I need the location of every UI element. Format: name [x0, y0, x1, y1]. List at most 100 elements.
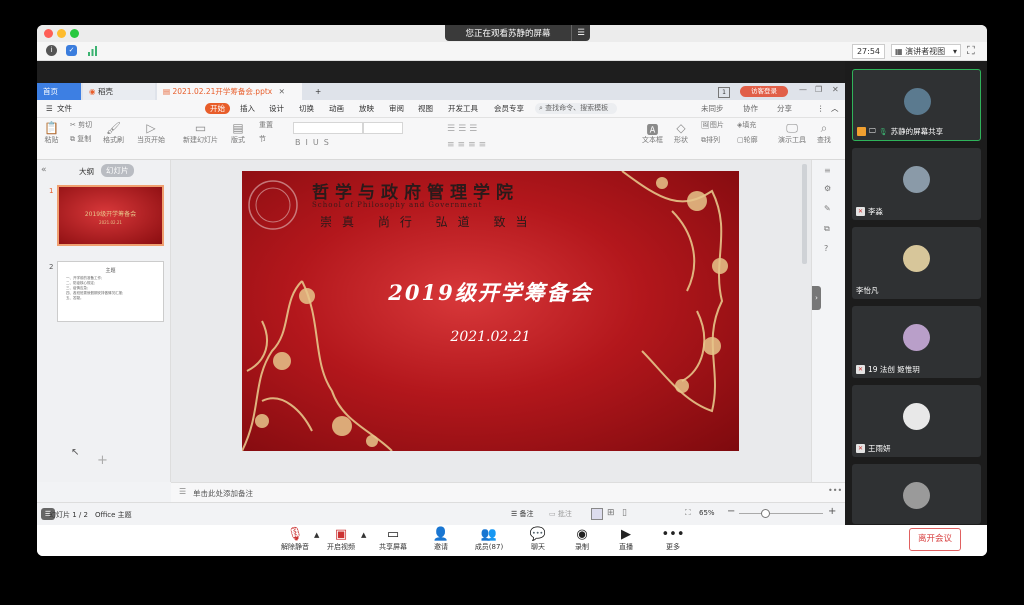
menu-icon[interactable]: ☰	[46, 100, 53, 117]
participant-tile-6[interactable]	[852, 464, 981, 524]
slide-thumbnail-2[interactable]: 主题 一、开学前的准备工作; 二、防疫核心规定; 三、疫情应急; 四、各班班委就…	[57, 261, 164, 322]
collaborate-button[interactable]: 协作	[743, 100, 758, 117]
zoom-slider[interactable]	[739, 513, 823, 514]
record-button[interactable]: ◉ 录制	[564, 527, 600, 552]
normal-view-icon[interactable]	[591, 508, 603, 520]
video-options-chevron-icon[interactable]: ▲	[361, 531, 366, 539]
minimize-window-button[interactable]	[57, 29, 66, 38]
members-button[interactable]: 👥 成员(87)	[471, 527, 507, 552]
cut-button[interactable]: ✂ 剪切	[70, 120, 92, 130]
reading-view-icon[interactable]: ▯	[622, 508, 627, 518]
zoom-out-icon[interactable]: −	[727, 506, 735, 517]
add-slide-icon[interactable]: +	[97, 453, 108, 468]
copy-button[interactable]: ⧉ 复制	[70, 134, 91, 144]
present-tools-button[interactable]: 🖵 演示工具	[778, 121, 806, 145]
picture-button[interactable]: 🖼图片	[701, 120, 724, 130]
notes-toggle[interactable]: ☰ 备注	[511, 509, 534, 519]
tab-slideshow[interactable]: 放映	[359, 100, 374, 117]
find-button[interactable]: ⌕ 查找	[817, 121, 831, 145]
reset-button[interactable]: 重置	[259, 120, 273, 130]
textbox-button[interactable]: 🅰 文本框	[642, 121, 663, 145]
participant-tile-1[interactable]: 🖵 🎙 苏静的屏幕共享	[852, 69, 981, 141]
tab-docer[interactable]: ◉ 稻壳	[83, 83, 155, 100]
fit-window-icon[interactable]: ⛶	[685, 508, 691, 518]
page-badge[interactable]: 1	[718, 87, 730, 98]
tab-review[interactable]: 审阅	[389, 100, 404, 117]
file-menu[interactable]: 文件	[57, 100, 72, 117]
font-size-select[interactable]	[363, 122, 403, 134]
canvas-scrollbar[interactable]	[802, 164, 807, 264]
close-app-icon[interactable]: ✕	[832, 85, 839, 94]
format-painter-button[interactable]: 🖌 格式刷	[103, 121, 124, 145]
tab-transition[interactable]: 切换	[299, 100, 314, 117]
fill-button[interactable]: ◈填充	[737, 120, 756, 130]
more-button[interactable]: ••• 更多	[655, 527, 691, 552]
current-slide[interactable]: 哲学与政府管理学院 School of Philosophy and Gover…	[242, 171, 739, 451]
banner-menu-icon[interactable]: ☰	[571, 25, 590, 41]
command-search[interactable]: ⌕ 查找命令、搜索模板	[535, 103, 617, 114]
login-button[interactable]: 访客登录	[740, 86, 788, 97]
tab-document[interactable]: ▤ 2021.02.21开学筹备会.pptx ✕	[157, 83, 302, 100]
side-tool-help-icon[interactable]: ?	[824, 244, 828, 253]
restore-app-icon[interactable]: ❐	[815, 85, 822, 94]
side-tool-pin-icon[interactable]: ✎	[824, 204, 831, 213]
view-mode-dropdown[interactable]: ▦ 演讲者视图 ▾	[891, 44, 961, 57]
live-button[interactable]: ▶ 直播	[608, 527, 644, 552]
close-window-button[interactable]	[44, 29, 53, 38]
outline-button[interactable]: ▢轮廓	[737, 135, 758, 145]
font-family-select[interactable]	[293, 122, 363, 134]
collapse-ribbon-icon[interactable]: ︿	[831, 100, 839, 117]
side-tool-adjust-icon[interactable]: ⚙	[824, 184, 831, 193]
share-button[interactable]: 分享	[777, 100, 792, 117]
tab-member[interactable]: 会员专享	[494, 100, 524, 117]
chat-button[interactable]: 💬 聊天	[520, 527, 556, 552]
tab-start[interactable]: 开始	[205, 103, 230, 114]
info-icon[interactable]: i	[46, 45, 57, 56]
participant-tile-3[interactable]: 李怡凡	[852, 227, 981, 299]
arrange-button[interactable]: ⧉排列	[701, 135, 720, 145]
grid-view-icon[interactable]: ⊞	[607, 508, 615, 518]
participant-tile-2[interactable]: ✕ 李淼	[852, 148, 981, 220]
unmute-button[interactable]: 🎙 解除静音	[277, 527, 313, 552]
paragraph-list-icons[interactable]: ☰☰☰	[447, 124, 480, 134]
tab-insert[interactable]: 插入	[240, 100, 255, 117]
audio-options-chevron-icon[interactable]: ▲	[314, 531, 319, 539]
section-button[interactable]: 节	[259, 134, 266, 144]
paste-button[interactable]: 📋 粘贴	[44, 121, 59, 145]
tab-view[interactable]: 视图	[418, 100, 433, 117]
notes-bar[interactable]: ☰ 单击此处添加备注 •••	[171, 482, 845, 503]
leave-meeting-button[interactable]: 离开会议	[909, 528, 961, 551]
participant-tile-5[interactable]: ✕ 王雨妍	[852, 385, 981, 457]
tab-outline[interactable]: 大纲	[79, 166, 94, 177]
participant-tile-4[interactable]: ✕ 19 法创 姬惟玥	[852, 306, 981, 378]
fullscreen-icon[interactable]: ⛶	[967, 44, 975, 58]
font-style-buttons[interactable]: BIUS	[295, 138, 334, 147]
slide-thumbnail-1[interactable]: 2019级开学筹备会 2021.02.21	[57, 185, 164, 246]
play-from-current-button[interactable]: ▷ 当页开始	[137, 121, 165, 145]
invite-button[interactable]: 👤 邀请	[423, 527, 459, 552]
shape-button[interactable]: ◇ 形状	[674, 121, 688, 145]
signal-icon[interactable]	[87, 45, 98, 56]
tab-design[interactable]: 设计	[269, 100, 284, 117]
expand-pane-icon[interactable]: ›	[812, 286, 821, 310]
collapse-panel-icon[interactable]: «	[41, 165, 47, 175]
tab-animation[interactable]: 动画	[329, 100, 344, 117]
notes-more-icon[interactable]: •••	[828, 486, 842, 495]
comments-toggle[interactable]: ▭ 批注	[549, 509, 572, 519]
tab-home[interactable]: 首页	[37, 83, 81, 100]
layout-button[interactable]: ▤ 版式	[231, 121, 245, 145]
tab-developer[interactable]: 开发工具	[448, 100, 478, 117]
share-screen-button[interactable]: ▭ 共享屏幕	[375, 527, 411, 552]
sync-status[interactable]: 未同步	[701, 100, 724, 117]
minimize-app-icon[interactable]: —	[799, 85, 807, 94]
side-tool-1-icon[interactable]: ≡	[824, 166, 831, 175]
start-video-button[interactable]: ▣ 开启视频	[323, 527, 359, 552]
new-slide-button[interactable]: ▭ 新建幻灯片	[183, 121, 218, 145]
side-tool-copy-icon[interactable]: ⧉	[824, 224, 830, 234]
align-icons[interactable]: ≡≡≡≡	[447, 140, 489, 150]
zoom-slider-handle[interactable]	[761, 509, 770, 518]
zoom-window-button[interactable]	[70, 29, 79, 38]
security-shield-icon[interactable]: ✓	[66, 45, 77, 56]
close-tab-icon[interactable]: ✕	[279, 87, 285, 96]
new-tab-button[interactable]: +	[309, 83, 327, 100]
